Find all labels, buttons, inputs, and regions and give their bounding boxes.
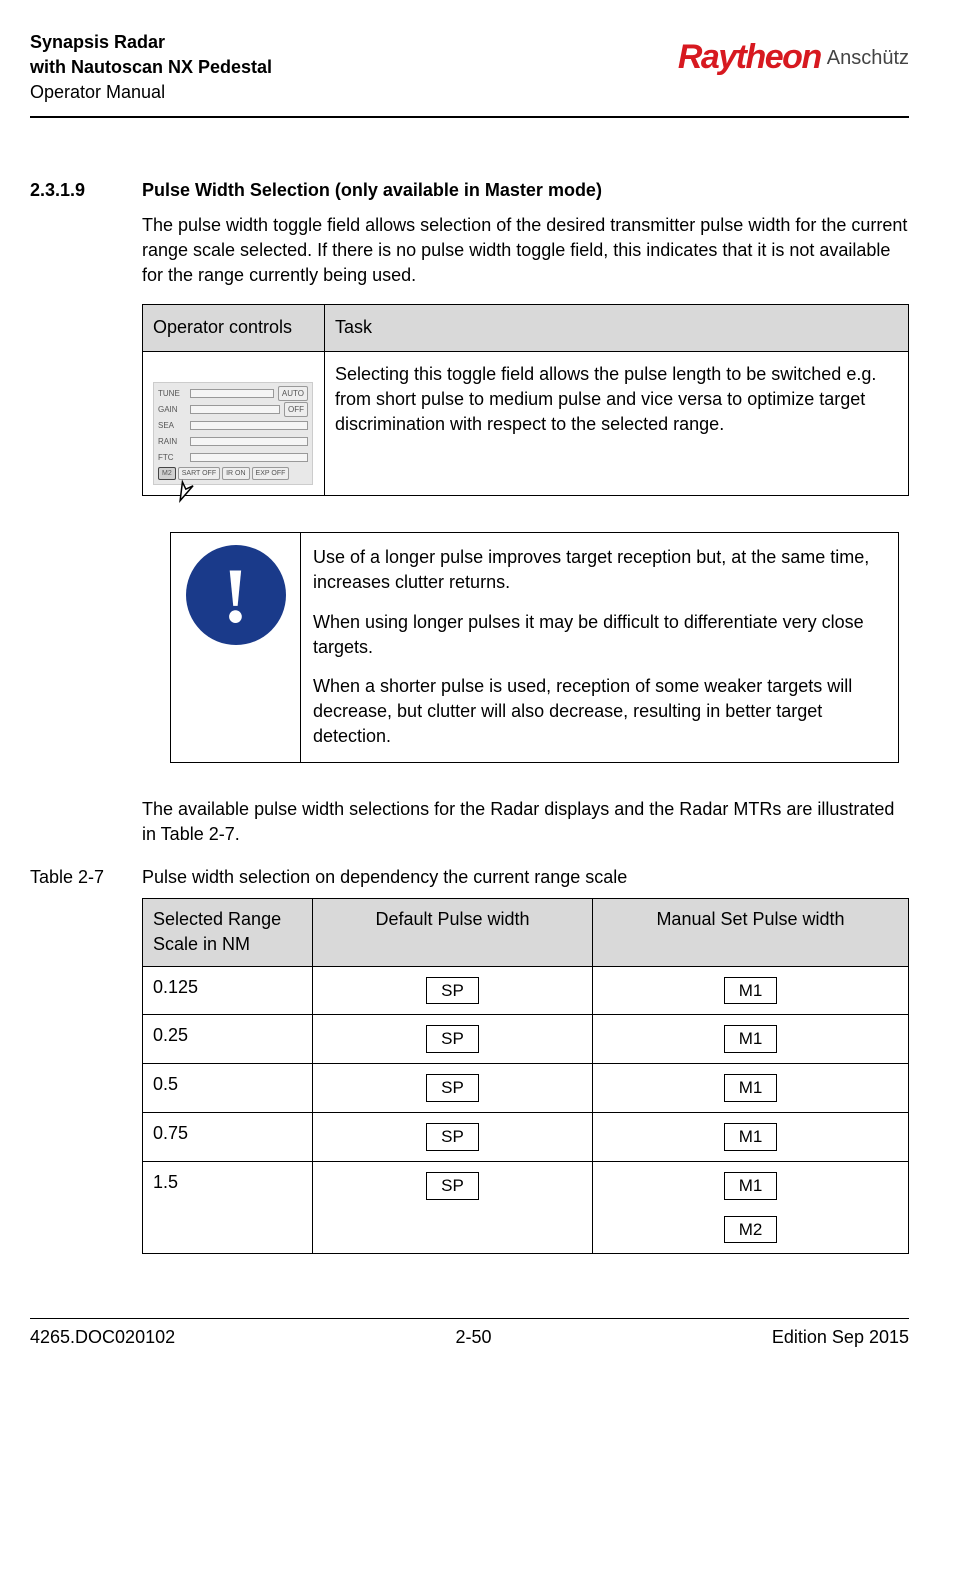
section-title: Pulse Width Selection (only available in… <box>142 178 602 203</box>
section-intro: The pulse width toggle field allows sele… <box>142 213 909 289</box>
operator-controls-cell: TUNE AUTO GAIN OFF SEA RAIN <box>143 351 325 496</box>
pulse-width-value: M1 <box>724 1025 778 1053</box>
note-body: Use of a longer pulse improves target re… <box>301 533 899 762</box>
table2-number: Table 2-7 <box>30 865 142 890</box>
manual-pw-cell: M1 <box>593 966 909 1015</box>
manual-pw-cell: M1 <box>593 1015 909 1064</box>
pulse-width-value: M2 <box>724 1216 778 1244</box>
pulse-width-value: SP <box>426 1123 479 1151</box>
tune-label: TUNE <box>158 388 186 399</box>
manual-label: Operator Manual <box>30 80 272 105</box>
product-title-1: Synapsis Radar <box>30 30 272 55</box>
rain-label: RAIN <box>158 436 186 447</box>
logo: Raytheon Anschütz <box>678 30 909 82</box>
tune-bar <box>190 389 274 398</box>
rain-bar <box>190 437 308 446</box>
manual-pw-cell: M1 <box>593 1112 909 1161</box>
off-button: OFF <box>284 402 308 417</box>
product-title-2: with Nautoscan NX Pedestal <box>30 55 272 80</box>
table-row: 1.5 SP M1 M2 <box>143 1161 909 1254</box>
page-footer: 4265.DOC020102 2-50 Edition Sep 2015 <box>30 1318 909 1350</box>
range-cell: 0.75 <box>143 1112 313 1161</box>
task-cell: Selecting this toggle field allows the p… <box>325 351 909 496</box>
note-p3: When a shorter pulse is used, reception … <box>313 674 886 750</box>
section-heading: 2.3.1.9 Pulse Width Selection (only avai… <box>30 178 909 205</box>
note-p2: When using longer pulses it may be diffi… <box>313 610 886 660</box>
gain-bar <box>190 405 280 414</box>
sea-label: SEA <box>158 420 186 431</box>
raytheon-logo: Raytheon <box>678 34 821 82</box>
page-header: Synapsis Radar with Nautoscan NX Pedesta… <box>30 30 909 118</box>
table2-caption: Table 2-7 Pulse width selection on depen… <box>30 865 909 890</box>
pulse-width-value: M1 <box>724 1123 778 1151</box>
auto-button: AUTO <box>278 386 308 401</box>
caution-icon: ! <box>186 545 286 645</box>
default-pw-cell: SP <box>313 1161 593 1254</box>
table2-h3: Manual Set Pulse width <box>593 899 909 966</box>
table2-h2: Default Pulse width <box>313 899 593 966</box>
ftc-bar <box>190 453 308 462</box>
range-cell: 0.5 <box>143 1064 313 1113</box>
table1-header-controls: Operator controls <box>143 305 325 351</box>
pulse-width-value: SP <box>426 1172 479 1200</box>
table-row: 0.125 SP M1 <box>143 966 909 1015</box>
anschutz-logo: Anschütz <box>827 44 909 72</box>
default-pw-cell: SP <box>313 1064 593 1113</box>
pulse-width-value: M1 <box>724 977 778 1005</box>
table-row: 0.75 SP M1 <box>143 1112 909 1161</box>
sea-bar <box>190 421 308 430</box>
default-pw-cell: SP <box>313 966 593 1015</box>
pulse-width-table: Selected Range Scale in NM Default Pulse… <box>142 898 909 1254</box>
pulse-width-value: SP <box>426 1074 479 1102</box>
doc-number: 4265.DOC020102 <box>30 1325 175 1350</box>
m2-toggle: M2 <box>158 467 176 481</box>
range-cell: 0.125 <box>143 966 313 1015</box>
gain-label: GAIN <box>158 404 186 415</box>
note-box: ! Use of a longer pulse improves target … <box>170 532 899 762</box>
edition: Edition Sep 2015 <box>772 1325 909 1350</box>
header-left: Synapsis Radar with Nautoscan NX Pedesta… <box>30 30 272 106</box>
table2-h1: Selected Range Scale in NM <box>143 899 313 966</box>
ir-button: IR ON <box>222 467 249 481</box>
after-note-text: The available pulse width selections for… <box>142 797 909 847</box>
default-pw-cell: SP <box>313 1015 593 1064</box>
operator-task-table: Operator controls Task TUNE AUTO GAIN OF… <box>142 304 909 496</box>
pulse-width-value: SP <box>426 1025 479 1053</box>
range-cell: 0.25 <box>143 1015 313 1064</box>
manual-pw-cell: M1 M2 <box>593 1161 909 1254</box>
default-pw-cell: SP <box>313 1112 593 1161</box>
pulse-width-value: SP <box>426 977 479 1005</box>
table-row: 0.25 SP M1 <box>143 1015 909 1064</box>
section-number: 2.3.1.9 <box>30 178 142 203</box>
note-p1: Use of a longer pulse improves target re… <box>313 545 886 595</box>
table-row: 0.5 SP M1 <box>143 1064 909 1113</box>
table1-header-task: Task <box>325 305 909 351</box>
ftc-label: FTC <box>158 452 186 463</box>
pulse-width-value: M1 <box>724 1074 778 1102</box>
table2-title: Pulse width selection on dependency the … <box>142 865 627 890</box>
radar-control-panel: TUNE AUTO GAIN OFF SEA RAIN <box>153 382 313 486</box>
manual-pw-cell: M1 <box>593 1064 909 1113</box>
exp-button: EXP OFF <box>252 467 290 481</box>
pulse-width-value: M1 <box>724 1172 778 1200</box>
range-cell: 1.5 <box>143 1161 313 1254</box>
page-number: 2-50 <box>455 1325 491 1350</box>
note-icon-cell: ! <box>171 533 301 762</box>
intro-text: The pulse width toggle field allows sele… <box>142 213 909 289</box>
